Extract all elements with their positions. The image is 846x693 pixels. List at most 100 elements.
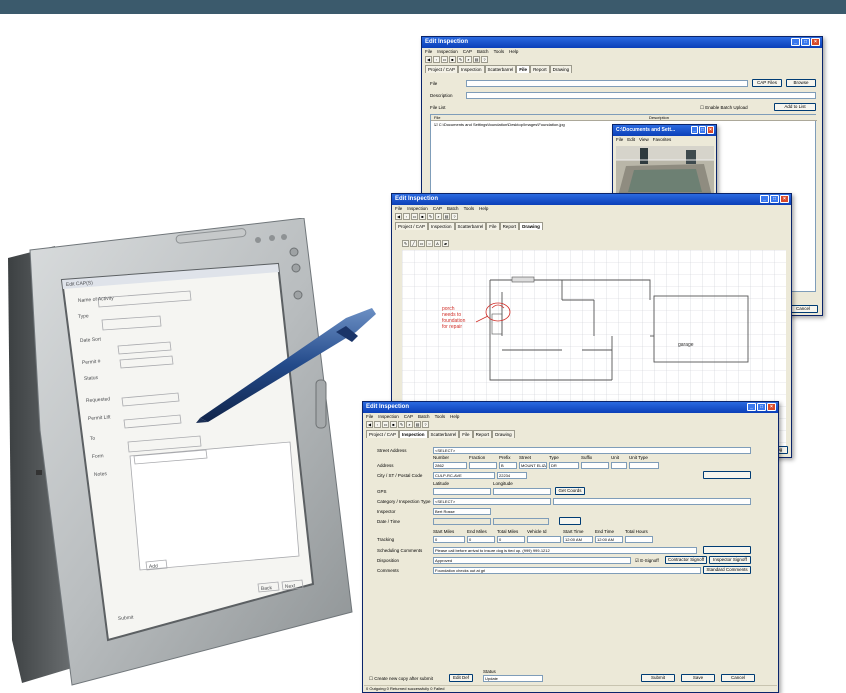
tab-inspection[interactable]: Inspection (458, 65, 485, 73)
tab-inspection[interactable]: Inspection (428, 222, 455, 230)
end-miles-input[interactable]: 0 (467, 536, 495, 543)
lookup-button[interactable] (703, 471, 751, 479)
new-icon[interactable]: ▫ (433, 56, 440, 63)
menu-file[interactable]: File (425, 49, 432, 54)
get-coords-button[interactable]: Get Coords (555, 487, 585, 495)
disposition-select[interactable]: Approved (433, 557, 631, 564)
eraser-icon[interactable]: ▰ (442, 240, 449, 247)
edit-icon[interactable]: ✎ (427, 213, 434, 220)
maximize-button[interactable]: □ (757, 403, 766, 411)
tab-project-cap[interactable]: Project / CAP (366, 430, 400, 438)
menu-view[interactable]: View (639, 137, 649, 142)
tab-file[interactable]: File (486, 222, 500, 230)
tablet-button-5[interactable] (291, 263, 301, 273)
address-type[interactable]: DR (549, 462, 579, 469)
address-unit-type[interactable] (629, 462, 659, 469)
description-input[interactable] (466, 92, 816, 99)
menu-batch[interactable]: Batch (418, 414, 430, 419)
pencil-icon[interactable]: ✎ (402, 240, 409, 247)
menu-inspection[interactable]: Inspection (437, 49, 458, 54)
add-to-list-button[interactable]: Add to List (774, 103, 816, 111)
tab-project-cap[interactable]: Project / CAP (425, 65, 459, 73)
new-icon[interactable]: ▫ (374, 421, 381, 428)
scheduling-comments-input[interactable]: Please call before arrival to insure dog… (433, 547, 697, 554)
maximize-button[interactable]: □ (770, 195, 779, 203)
menu-file[interactable]: File (366, 414, 373, 419)
edit-icon[interactable]: ✎ (398, 421, 405, 428)
menu-edit[interactable]: Edit (627, 137, 635, 142)
rectangle-icon[interactable]: ▭ (418, 240, 425, 247)
tablet-button-3[interactable] (281, 234, 287, 240)
tab-report[interactable]: Report (530, 65, 550, 73)
category-select[interactable]: <SELECT> (433, 498, 551, 505)
tab-report[interactable]: Report (499, 222, 520, 230)
total-miles-input[interactable]: 0 (497, 536, 525, 543)
cancel-button[interactable]: Cancel (721, 674, 755, 682)
menu-help[interactable]: Help (509, 49, 518, 54)
menu-tools[interactable]: Tools (494, 49, 505, 54)
tab-file[interactable]: File (516, 65, 531, 73)
inspector-signoff-button[interactable]: Inspector Signoff (709, 556, 751, 564)
start-miles-input[interactable]: 0 (433, 536, 465, 543)
address-prefix[interactable]: B (499, 462, 517, 469)
file-input[interactable] (466, 80, 748, 87)
longitude-input[interactable] (493, 488, 551, 495)
tab-scatterbarrel[interactable]: Scatterbarrel (454, 222, 487, 230)
comments-input[interactable]: Foundation checks out at grl (433, 567, 701, 574)
tab-drawing[interactable]: Drawing (519, 222, 543, 230)
inspector-select[interactable]: Bert Rosse (433, 508, 491, 515)
help-icon[interactable]: ? (451, 213, 458, 220)
back-icon[interactable]: ◀ (366, 421, 373, 428)
print-icon[interactable]: ▤ (443, 213, 450, 220)
address-suffix[interactable] (581, 462, 609, 469)
print-icon[interactable]: ▤ (414, 421, 421, 428)
print-icon[interactable]: ▤ (473, 56, 480, 63)
text-icon[interactable]: A (434, 240, 441, 247)
tab-project-cap[interactable]: Project / CAP (395, 222, 429, 230)
status-select[interactable]: Update (483, 675, 543, 682)
maximize-button[interactable]: □ (699, 126, 706, 134)
tab-scatterbarrel[interactable]: Scatterbarrel (427, 430, 460, 438)
contractor-signoff-button[interactable]: Contractor Signoff (665, 556, 707, 564)
close-button[interactable]: × (767, 403, 776, 411)
cancel-button[interactable]: Cancel (788, 305, 818, 313)
menu-help[interactable]: Help (450, 414, 459, 419)
time-input[interactable] (493, 518, 549, 525)
menu-help[interactable]: Help (479, 206, 488, 211)
open-icon[interactable]: ▭ (382, 421, 389, 428)
edit-defs-button[interactable]: Edit Def (449, 674, 473, 682)
open-icon[interactable]: ▭ (441, 56, 448, 63)
close-button[interactable]: × (780, 195, 789, 203)
submit-button[interactable]: Submit (641, 674, 675, 682)
new-icon[interactable]: ▫ (403, 213, 410, 220)
street-address-select[interactable]: <SELECT> (433, 447, 751, 454)
close-button[interactable]: × (811, 38, 820, 46)
tab-drawing[interactable]: Drawing (492, 430, 515, 438)
date-picker-button[interactable] (559, 517, 581, 525)
esignoff-checkbox[interactable]: ☑ E-Signoff (635, 558, 659, 564)
back-icon[interactable]: ◀ (425, 56, 432, 63)
address-fraction[interactable] (469, 462, 497, 469)
menu-cap[interactable]: CAP (433, 206, 442, 211)
menu-tools[interactable]: Tools (464, 206, 475, 211)
menu-batch[interactable]: Batch (477, 49, 489, 54)
save-icon[interactable]: ■ (419, 213, 426, 220)
tab-inspection[interactable]: Inspection (399, 430, 428, 438)
menu-inspection[interactable]: Inspection (378, 414, 399, 419)
tab-report[interactable]: Report (472, 430, 493, 438)
maximize-button[interactable]: □ (801, 38, 810, 46)
menu-inspection[interactable]: Inspection (407, 206, 428, 211)
create-new-copy-checkbox[interactable]: ☐ Create new copy after submit (369, 676, 433, 682)
menu-file[interactable]: File (395, 206, 402, 211)
address-street[interactable]: MOUNT ELIZA (519, 462, 547, 469)
minimize-button[interactable]: _ (760, 195, 769, 203)
date-input[interactable] (433, 518, 491, 525)
menu-batch[interactable]: Batch (447, 206, 459, 211)
menu-tools[interactable]: Tools (435, 414, 446, 419)
save-icon[interactable]: ■ (390, 421, 397, 428)
standard-comments-button[interactable]: Standard Comments (703, 566, 751, 574)
city-input[interactable]: CULP-RC-AVE (433, 472, 495, 479)
circle-icon[interactable]: ○ (426, 240, 433, 247)
help-icon[interactable]: ? (481, 56, 488, 63)
tablet-button-4[interactable] (289, 247, 299, 257)
